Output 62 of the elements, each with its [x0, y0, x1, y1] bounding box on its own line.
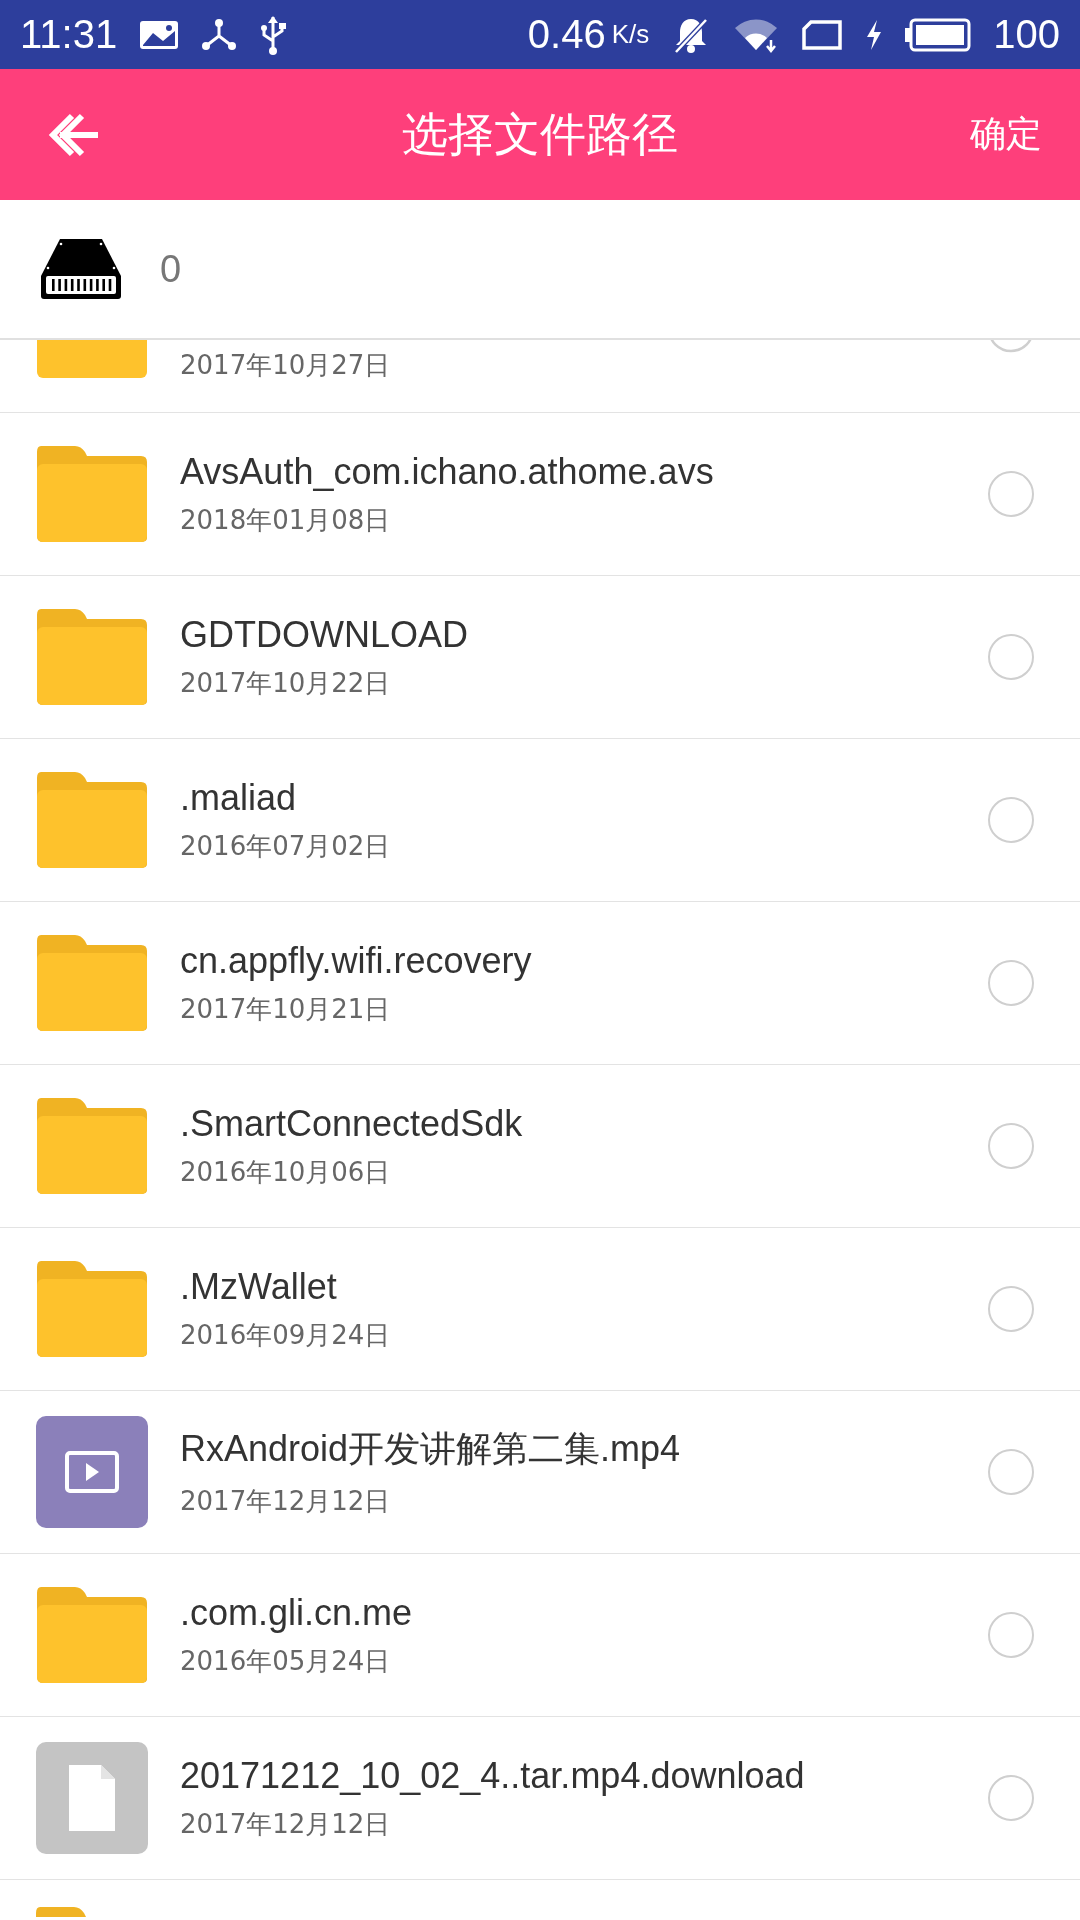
- radio-button[interactable]: [988, 1286, 1034, 1332]
- battery-level: 100: [993, 12, 1060, 57]
- video-file-icon: [35, 1415, 149, 1529]
- file-icon: [35, 1741, 149, 1855]
- file-date: 2016年09月24日: [180, 1318, 392, 1352]
- file-item[interactable]: .SmartConnectedSdk 2016年10月06日: [0, 1065, 1080, 1227]
- usb-icon: [259, 14, 288, 55]
- radio-button[interactable]: [988, 471, 1034, 517]
- file-name: .MzWallet: [180, 1265, 338, 1308]
- file-name: RxAndroid开发讲解第二集.mp4: [180, 1427, 682, 1471]
- folder-icon: [35, 607, 149, 707]
- file-item[interactable]: RxAndroid开发讲解第二集.mp4 2017年12月12日: [0, 1391, 1080, 1553]
- file-name: AvsAuth_com.ichano.athome.avs: [180, 450, 715, 493]
- radio-button[interactable]: [988, 634, 1034, 680]
- file-date: 2017年12月12日: [180, 1807, 392, 1841]
- folder-icon: [35, 444, 149, 544]
- network-icon: [201, 17, 238, 52]
- battery-icon: [905, 17, 972, 52]
- file-date: 2016年10月06日: [180, 1155, 392, 1189]
- storage-drive-icon: [40, 238, 122, 300]
- folder-icon: [35, 1096, 149, 1196]
- image-icon: [139, 18, 180, 51]
- page-title: 选择文件路径: [402, 105, 678, 163]
- file-date: 2017年12月12日: [180, 1485, 392, 1518]
- file-date: 2018年01月08日: [180, 503, 392, 537]
- file-date: 2017年10月27日: [180, 349, 392, 382]
- radio-button[interactable]: [988, 1775, 1034, 1821]
- file-item[interactable]: AvsAuth_com.ichano.athome.avs 2018年01月08日: [0, 413, 1080, 575]
- file-name: .maliad: [180, 776, 298, 819]
- file-item[interactable]: .maliad 2016年07月02日: [0, 739, 1080, 901]
- folder-icon: [35, 933, 149, 1033]
- file-date: 2016年07月02日: [180, 829, 392, 863]
- radio-button[interactable]: [988, 1449, 1034, 1495]
- radio-button[interactable]: [988, 1123, 1034, 1169]
- file-item[interactable]: GDTDOWNLOAD 2017年10月22日: [0, 576, 1080, 738]
- speed-unit: K/s: [611, 19, 650, 50]
- file-name: .com.gli.cn.me: [180, 1591, 414, 1634]
- file-name: 20171212_10_02_4..tar.mp4.download: [180, 1754, 806, 1797]
- file-date: 2017年10月22日: [180, 666, 392, 700]
- charging-icon: [865, 18, 884, 51]
- storage-label: 0: [160, 247, 182, 291]
- clock: 11:31: [20, 12, 118, 57]
- folder-icon: [35, 340, 149, 378]
- network-speed: 0.46: [527, 12, 606, 57]
- file-date: 2016年05月24日: [180, 1644, 392, 1678]
- file-date: 2017年10月21日: [180, 992, 392, 1026]
- file-item[interactable]: 20171212_10_02_4..tar.mp4.download 2017年12月12日: [0, 1717, 1080, 1879]
- folder-icon: [35, 1906, 87, 1918]
- sim-card-icon: [801, 18, 844, 51]
- file-name: .SmartConnectedSdk: [180, 1102, 524, 1145]
- radio-button[interactable]: [988, 797, 1034, 843]
- radio-button[interactable]: [988, 1612, 1034, 1658]
- radio-button[interactable]: [988, 960, 1034, 1006]
- folder-icon: [35, 1259, 149, 1359]
- file-name: cn.appfly.wifi.recovery: [180, 939, 533, 982]
- folder-icon: [35, 1585, 149, 1685]
- file-item[interactable]: .com.gli.cn.me 2016年05月24日: [0, 1554, 1080, 1716]
- folder-icon: [35, 770, 149, 870]
- file-item[interactable]: 2017年10月27日: [0, 340, 1080, 412]
- file-item[interactable]: cn.appfly.wifi.recovery 2017年10月21日: [0, 902, 1080, 1064]
- file-item[interactable]: .MzWallet 2016年09月24日: [0, 1228, 1080, 1390]
- file-name: GDTDOWNLOAD: [180, 613, 469, 656]
